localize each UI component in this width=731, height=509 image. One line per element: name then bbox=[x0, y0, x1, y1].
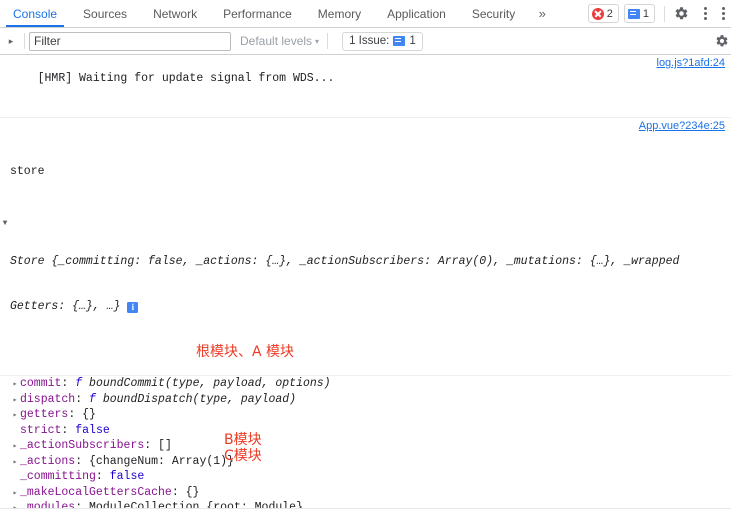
console-message-text: [HMR] Waiting for update signal from WDS… bbox=[37, 72, 335, 85]
console-group-row[interactable]: App.vue?234e:25 store ▼ Store {_committi… bbox=[0, 118, 731, 376]
filterbar-actions bbox=[715, 29, 729, 53]
annotation-text-1: B模块 bbox=[224, 432, 262, 448]
devtools-tab-strip: Console Sources Network Performance Memo… bbox=[0, 0, 731, 28]
source-link[interactable]: log.js?1afd:24 bbox=[657, 56, 726, 71]
property-separator: : bbox=[61, 423, 76, 437]
disclosure-triangle-closed-icon[interactable]: ▸ bbox=[10, 455, 20, 471]
property-key: commit bbox=[20, 377, 62, 390]
error-count-label: 2 bbox=[606, 7, 613, 20]
disclosure-triangle-closed-icon[interactable]: ▸ bbox=[10, 393, 20, 409]
property-key: getters bbox=[20, 408, 69, 421]
property-row[interactable]: ▸ _actions: {changeNum: Array(1)} bbox=[10, 454, 731, 470]
property-separator: : bbox=[144, 439, 159, 452]
tab-performance[interactable]: Performance bbox=[210, 0, 305, 27]
disclosure-triangle-open-icon[interactable]: ▼ bbox=[0, 216, 10, 231]
annotation-text-0: 根模块、A 模块 bbox=[196, 344, 295, 360]
store-object-preview[interactable]: ▼ Store {_committing: false, _actions: {… bbox=[3, 209, 731, 344]
tab-sources[interactable]: Sources bbox=[70, 0, 140, 27]
tab-security-label: Security bbox=[471, 6, 516, 21]
annotation-text-2: C模块 bbox=[224, 448, 262, 464]
store-preview-line-1: Store {_committing: false, _actions: {…}… bbox=[10, 255, 680, 268]
property-value: {} bbox=[82, 408, 96, 421]
property-row[interactable]: strict: false bbox=[10, 423, 731, 439]
error-circle-icon bbox=[591, 7, 604, 20]
function-keyword: f bbox=[75, 377, 90, 390]
disclosure-triangle-closed-icon[interactable]: ▸ bbox=[10, 408, 20, 424]
console-group-label: store bbox=[10, 165, 45, 178]
error-count-badge[interactable]: 2 bbox=[587, 4, 619, 23]
property-row[interactable]: ▸ getters: {} bbox=[10, 407, 731, 423]
toolbar-divider bbox=[327, 33, 329, 49]
tab-memory[interactable]: Memory bbox=[305, 0, 374, 27]
property-row[interactable]: _committing: false bbox=[10, 469, 731, 485]
property-separator: : bbox=[171, 485, 186, 499]
info-icon[interactable]: i bbox=[127, 302, 139, 313]
log-level-dropdown[interactable]: Default levels ▾ bbox=[240, 34, 319, 48]
object-property-tree: ▸ commit: f boundCommit(type, payload, op… bbox=[0, 376, 731, 509]
issues-button[interactable]: 1 Issue: 1 bbox=[342, 31, 423, 51]
property-value: [] bbox=[158, 439, 172, 452]
store-preview-line-2: Getters: {…}, …} i bbox=[10, 299, 731, 314]
message-bubble-icon bbox=[627, 8, 640, 19]
console-message-row[interactable]: [HMR] Waiting for update signal from WDS… bbox=[0, 55, 731, 118]
console-output[interactable]: [HMR] Waiting for update signal from WDS… bbox=[0, 55, 731, 509]
message-count-label: 1 bbox=[642, 7, 649, 20]
property-row[interactable]: ▸ commit: f boundCommit(type, payload, op… bbox=[10, 376, 731, 392]
toolbar-divider bbox=[664, 5, 665, 22]
disclosure-triangle-closed-icon[interactable]: ▸ bbox=[10, 439, 20, 455]
property-value: boundCommit(type, payload, options) bbox=[89, 377, 331, 390]
gear-icon[interactable] bbox=[715, 29, 729, 53]
tab-application-label: Application bbox=[387, 6, 446, 21]
source-link[interactable]: App.vue?234e:25 bbox=[639, 119, 725, 134]
issues-label: 1 Issue: bbox=[349, 35, 390, 47]
tab-console-label: Console bbox=[13, 6, 58, 21]
property-row[interactable]: ▸ _makeLocalGettersCache: {} bbox=[10, 485, 731, 501]
gear-icon[interactable] bbox=[669, 2, 693, 26]
property-key: _makeLocalGettersCache bbox=[20, 485, 172, 499]
property-separator: : bbox=[75, 454, 90, 468]
property-value: {} bbox=[185, 485, 200, 499]
issues-count-label: 1 bbox=[409, 35, 416, 47]
tab-network[interactable]: Network bbox=[140, 0, 210, 27]
property-value: false bbox=[109, 470, 145, 483]
filter-input[interactable] bbox=[29, 31, 231, 51]
property-separator: : bbox=[75, 392, 90, 406]
property-key: _actions bbox=[20, 454, 76, 468]
property-key: dispatch bbox=[20, 392, 76, 406]
tab-memory-label: Memory bbox=[317, 6, 362, 21]
more-tabs-icon[interactable]: » bbox=[528, 0, 556, 27]
property-value: false bbox=[75, 423, 110, 437]
property-value: boundDispatch(type, payload) bbox=[102, 392, 297, 406]
property-key: strict bbox=[20, 423, 62, 437]
log-level-label: Default levels bbox=[240, 34, 313, 48]
tabstrip-actions: 2 1 bbox=[587, 0, 731, 27]
tab-performance-label: Performance bbox=[223, 6, 292, 21]
toolbar-divider bbox=[24, 33, 25, 49]
property-key: _committing bbox=[20, 470, 96, 483]
chevron-right-icon[interactable]: ▸ bbox=[2, 28, 20, 54]
chevron-down-icon: ▾ bbox=[315, 36, 320, 46]
tab-console[interactable]: Console bbox=[0, 0, 70, 27]
property-row[interactable]: ▸ _actionSubscribers: [] bbox=[10, 438, 731, 454]
tab-list: Console Sources Network Performance Memo… bbox=[0, 0, 556, 27]
kebab-menu-icon[interactable] bbox=[693, 2, 717, 26]
disclosure-triangle-closed-icon[interactable]: ▸ bbox=[10, 486, 20, 502]
property-separator: : bbox=[95, 470, 110, 483]
console-filter-toolbar: ▸ Default levels ▾ 1 Issue: 1 bbox=[0, 28, 731, 55]
property-separator: : bbox=[68, 408, 83, 421]
issue-bubble-icon bbox=[393, 36, 406, 46]
property-key: _actionSubscribers bbox=[20, 439, 145, 452]
tab-security[interactable]: Security bbox=[459, 0, 528, 27]
tab-application[interactable]: Application bbox=[374, 0, 459, 27]
close-devtools-icon[interactable] bbox=[717, 2, 729, 26]
tab-sources-label: Sources bbox=[83, 6, 128, 21]
function-keyword: f bbox=[89, 392, 103, 406]
property-value: {changeNum: Array(1)} bbox=[89, 454, 234, 468]
property-separator: : bbox=[61, 377, 76, 390]
message-count-badge[interactable]: 1 bbox=[623, 4, 655, 23]
property-row[interactable]: ▸ dispatch: f boundDispatch(type, payload… bbox=[10, 392, 731, 408]
disclosure-triangle-closed-icon[interactable]: ▸ bbox=[10, 377, 20, 393]
tab-network-label: Network bbox=[153, 6, 198, 21]
